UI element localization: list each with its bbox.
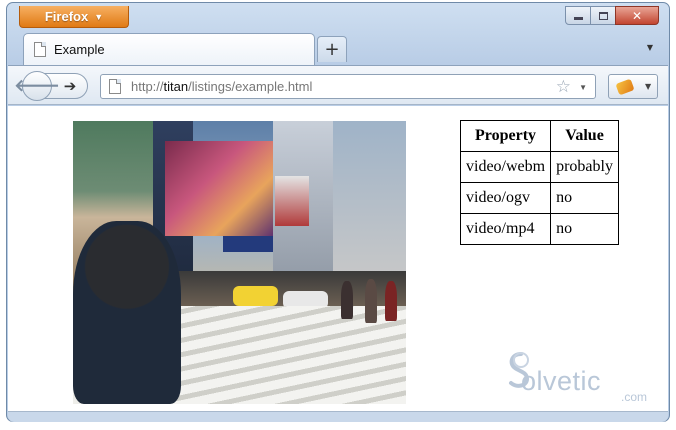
firefox-menu-button[interactable]: Firefox ▼ xyxy=(19,6,129,28)
table-row: video/mp4 no xyxy=(459,213,619,245)
watermark-brand: olvetic xyxy=(521,366,602,396)
url-path: /listings/example.html xyxy=(188,79,313,94)
billboard xyxy=(165,141,275,236)
table-row: video/ogv no xyxy=(459,182,619,214)
media-support-table: Property Value video/webm probably video… xyxy=(459,120,619,245)
pedestrian xyxy=(385,281,397,321)
chevron-down-icon: ▼ xyxy=(94,11,104,22)
arrow-left-icon: 🡐 xyxy=(14,76,60,96)
watermark-suffix: .com xyxy=(621,390,648,404)
close-button[interactable]: ✕ xyxy=(615,6,659,25)
tab-label: Example xyxy=(54,42,105,57)
pedestrian xyxy=(341,281,353,319)
addon-button[interactable]: ▼ xyxy=(608,74,658,99)
taxi xyxy=(233,286,278,306)
minimize-icon xyxy=(573,17,583,20)
minimize-button[interactable] xyxy=(565,6,591,25)
column-header-property: Property xyxy=(459,120,552,152)
foreground-person xyxy=(73,221,181,404)
history-dropdown-icon[interactable]: ▼ xyxy=(579,83,587,92)
url-host: titan xyxy=(163,79,189,94)
firefox-menu-label: Firefox xyxy=(44,9,89,24)
back-button[interactable]: 🡐 xyxy=(14,71,60,101)
table-row: video/webm probably xyxy=(459,151,619,183)
watermark: olvetic .com xyxy=(503,348,663,408)
forward-button[interactable]: ➔ xyxy=(60,76,80,96)
status-bar xyxy=(8,411,668,422)
url-bar[interactable]: http:// titan /listings/example.html ☆ ▼ xyxy=(100,74,596,99)
table-cell-property: video/mp4 xyxy=(459,213,552,245)
plus-icon: + xyxy=(324,39,340,60)
building xyxy=(333,121,406,281)
addon-icon xyxy=(615,78,635,95)
table-cell-value: no xyxy=(550,182,619,214)
close-icon: ✕ xyxy=(631,8,643,23)
video-player[interactable] xyxy=(73,121,406,404)
table-cell-value: no xyxy=(550,213,619,245)
table-cell-property: video/ogv xyxy=(459,182,552,214)
tab-example[interactable]: Example xyxy=(23,33,315,65)
tab-list-dropdown-icon[interactable]: ▼ xyxy=(647,43,653,52)
url-text: http:// titan /listings/example.html xyxy=(131,79,312,94)
chevron-down-icon: ▼ xyxy=(645,82,652,91)
bookmark-star-icon[interactable]: ☆ xyxy=(556,77,571,97)
table-cell-value: probably xyxy=(550,151,619,183)
maximize-button[interactable] xyxy=(590,6,616,25)
maximize-icon xyxy=(598,11,608,20)
arrow-right-icon: ➔ xyxy=(63,77,77,95)
pedestrian xyxy=(365,279,377,323)
column-header-value: Value xyxy=(550,120,619,152)
site-identity-icon xyxy=(109,79,121,94)
navigation-toolbar: 🡐 ➔ http:// titan /listings/example.html… xyxy=(8,65,668,105)
browser-window: Firefox ▼ ✕ Example + ▼ 🡐 ➔ http:// tita… xyxy=(6,2,670,422)
url-prefix: http:// xyxy=(131,79,164,94)
page-icon xyxy=(34,42,46,57)
window-controls: ✕ xyxy=(565,6,659,25)
sign xyxy=(275,176,309,226)
new-tab-button[interactable]: + xyxy=(317,36,347,62)
table-header-row: Property Value xyxy=(459,120,619,152)
table-cell-property: video/webm xyxy=(459,151,552,183)
